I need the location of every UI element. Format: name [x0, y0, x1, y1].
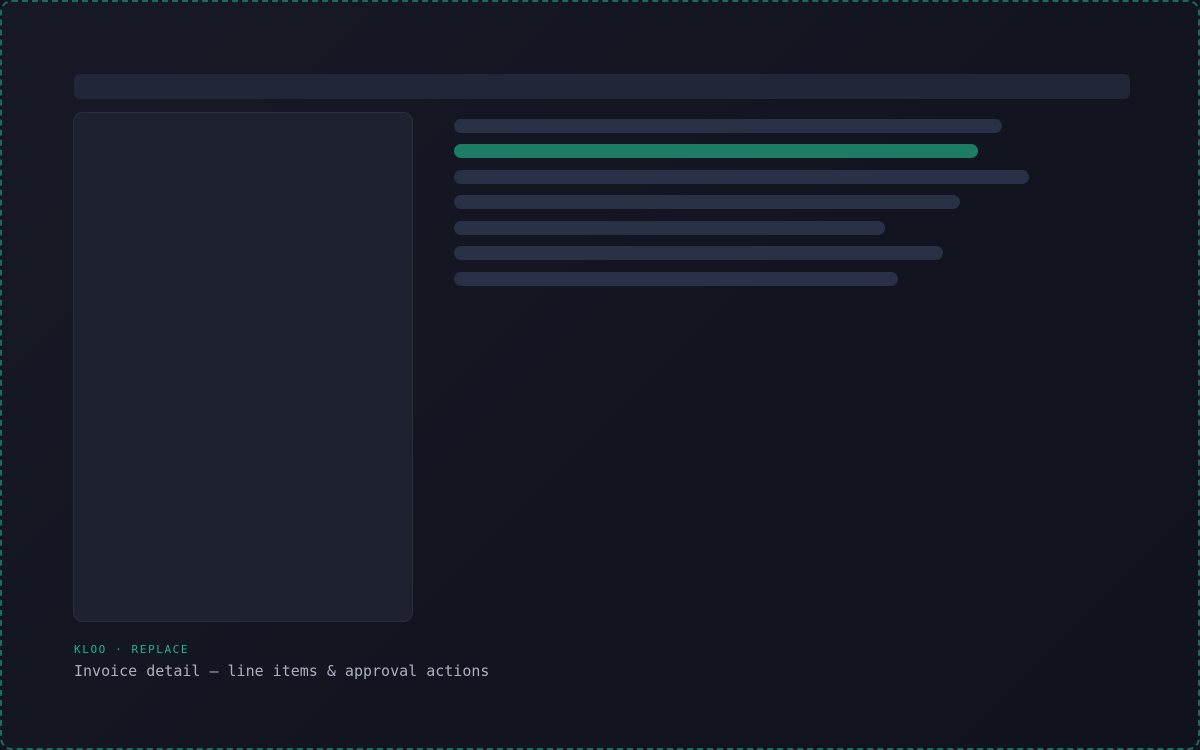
- caption-title: Invoice detail — line items & approval a…: [74, 662, 490, 680]
- line-item-row[interactable]: [454, 272, 898, 286]
- invoice-preview-panel: [73, 112, 413, 622]
- top-bar-placeholder: [74, 74, 1130, 99]
- app-window: KLOO · REPLACE Invoice detail — line ite…: [0, 0, 1200, 750]
- line-items-list: [454, 119, 1054, 289]
- line-item-row-selected[interactable]: [454, 144, 978, 158]
- line-item-row[interactable]: [454, 246, 943, 260]
- caption-block: KLOO · REPLACE Invoice detail — line ite…: [74, 642, 774, 681]
- line-item-row[interactable]: [454, 170, 1029, 184]
- line-item-row[interactable]: [454, 195, 960, 209]
- line-item-row[interactable]: [454, 119, 1002, 133]
- caption-eyebrow: KLOO · REPLACE: [74, 643, 190, 656]
- line-item-row[interactable]: [454, 221, 885, 235]
